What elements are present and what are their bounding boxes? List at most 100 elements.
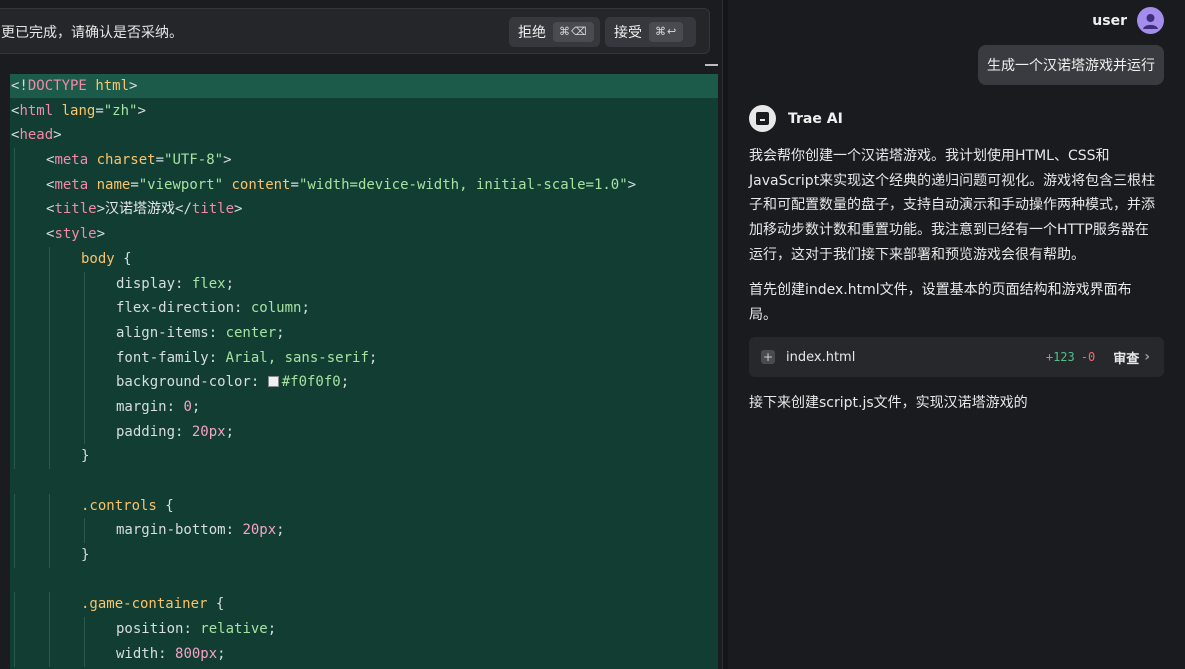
code-token: padding <box>116 423 176 440</box>
code-line: <meta name="viewport" content="width=dev… <box>10 172 636 198</box>
indent-guide <box>14 222 15 247</box>
indent-guide <box>84 345 85 371</box>
code-token: ; <box>217 645 226 662</box>
indent-guide <box>14 419 15 445</box>
code-token: > <box>53 127 62 144</box>
reject-shortcut-badge: ⌘⌫ <box>553 22 594 42</box>
code-token: relative <box>200 621 268 638</box>
code-token: title <box>54 201 97 218</box>
code-token: ; <box>340 374 350 391</box>
indent-guide <box>14 345 15 371</box>
indent-guide <box>14 370 15 395</box>
ai-message-paragraph: 接下来创建script.js文件，实现汉诺塔游戏的 <box>749 395 1028 411</box>
indent-guide <box>49 641 50 667</box>
code-token: background-color <box>116 374 251 391</box>
code-line: } <box>10 444 636 469</box>
code-diff-area[interactable]: <!DOCTYPE html> <html lang="zh"> <head> <me… <box>10 74 718 669</box>
code-token: position <box>116 621 184 638</box>
code-token: ; <box>276 522 285 539</box>
accept-shortcut-badge: ⌘↩ <box>649 22 684 42</box>
code-token: : <box>183 621 201 638</box>
code-token: "viewport" <box>138 176 224 193</box>
color-swatch-icon[interactable] <box>267 376 279 388</box>
indent-guide <box>14 320 15 346</box>
code-token: center <box>225 324 277 341</box>
code-line: margin-bottom: 20px; <box>10 518 636 544</box>
diff-additions: +123 <box>1045 350 1075 364</box>
indent-guide <box>84 370 85 395</box>
code-line: <!DOCTYPE html> <box>10 74 636 99</box>
ai-chat-panel: user 生成一个汉诺塔游戏并运行 Trae AI 我会帮你创建一个汉诺塔游戏。… <box>728 0 1185 669</box>
indent-guide <box>49 246 50 272</box>
code-line: <head> <box>10 123 636 148</box>
code-token: margin <box>116 398 167 415</box>
code-token: : <box>166 398 184 415</box>
review-button[interactable]: 审查 › <box>1113 348 1150 367</box>
code-token: DOCTYPE <box>27 78 87 94</box>
code-line: margin: 0; <box>10 394 636 420</box>
code-token: ; <box>301 300 310 317</box>
code-token: name <box>96 176 131 193</box>
code-token: .game-container <box>81 596 208 613</box>
diff-deletions: -0 <box>1080 350 1096 364</box>
code-token: > <box>96 201 106 218</box>
code-token: content <box>231 176 291 193</box>
code-token: > <box>137 102 146 119</box>
indent-guide <box>14 271 15 297</box>
code-token: "UTF-8" <box>164 152 224 169</box>
user-message-bubble: 生成一个汉诺塔游戏并运行 <box>978 45 1164 85</box>
code-token: > <box>129 78 138 94</box>
code-line: position: relative; <box>10 617 636 642</box>
code-token: = <box>155 152 165 169</box>
indent-guide <box>14 493 15 519</box>
code-token: } <box>81 448 90 465</box>
indent-guide <box>84 518 85 544</box>
code-token: </ <box>175 201 192 218</box>
indent-guide <box>49 592 50 618</box>
code-token: ; <box>191 398 201 415</box>
ai-header: Trae AI <box>749 105 843 132</box>
indent-guide <box>49 518 50 544</box>
accept-button[interactable]: 接受 ⌘↩ <box>605 17 696 47</box>
collapse-icon[interactable] <box>705 64 718 66</box>
code-token: > <box>223 152 232 169</box>
code-token: 0 <box>183 398 192 415</box>
file-change-card[interactable]: + index.html +123 -0 审查 › <box>749 337 1164 377</box>
indent-guide <box>49 320 50 346</box>
code-line: align-items: center; <box>10 320 636 346</box>
reject-button[interactable]: 拒绝 ⌘⌫ <box>509 17 600 47</box>
code-token: } <box>81 547 90 564</box>
indent-guide <box>84 320 85 346</box>
code-token: display <box>116 275 176 292</box>
indent-guide <box>14 197 15 223</box>
code-line: width: 800px; <box>10 641 636 667</box>
file-name: index.html <box>786 349 856 365</box>
code-token: = <box>290 176 299 193</box>
code-token: ; <box>368 349 378 366</box>
code-editor-pane: 更已完成，请确认是否采纳。 拒绝 ⌘⌫ 接受 ⌘↩ <!DOCTYPE html… <box>0 0 722 669</box>
indent-guide <box>14 543 15 568</box>
indent-guide <box>49 543 50 568</box>
code-line: <title>汉诺塔游戏</title> <box>10 197 636 223</box>
indent-guide <box>14 617 15 642</box>
code-token: 800px <box>175 645 218 662</box>
chevron-right-icon: › <box>1144 349 1150 365</box>
code-line: <meta charset="UTF-8"> <box>10 148 636 173</box>
indent-guide <box>14 148 15 173</box>
code-token: > <box>234 201 243 218</box>
indent-guide <box>49 345 50 371</box>
code-token: 汉诺塔游戏 <box>105 201 176 218</box>
code-line: <html lang="zh"> <box>10 99 636 124</box>
indent-guide <box>49 370 50 395</box>
indent-guide <box>49 394 50 420</box>
indent-guide <box>84 617 85 642</box>
indent-guide <box>84 419 85 445</box>
code-token: meta <box>54 176 89 193</box>
code-token: = <box>95 102 104 119</box>
indent-guide <box>84 394 85 420</box>
indent-guide <box>14 444 15 469</box>
code-line: flex-direction: column; <box>10 296 636 321</box>
